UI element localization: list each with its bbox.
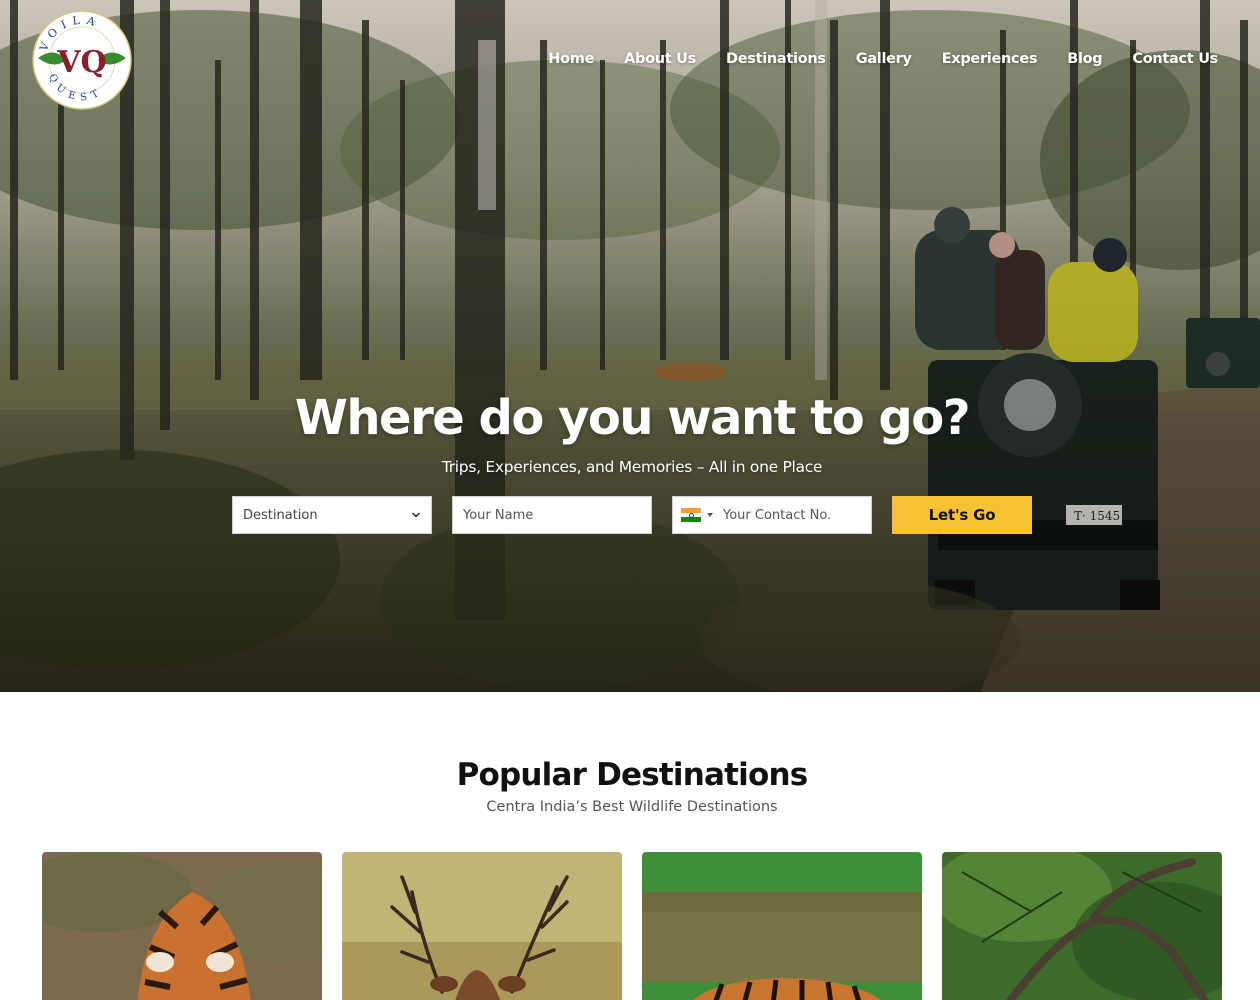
forest-branches-image [942, 852, 1222, 1000]
phone-input-placeholder: Your Contact No. [723, 507, 832, 523]
country-caret-icon[interactable] [707, 513, 713, 517]
lets-go-button[interactable]: Let's Go [892, 496, 1032, 534]
destination-select[interactable]: Destination [232, 496, 432, 534]
nav-gallery[interactable]: Gallery [856, 49, 912, 69]
nav-destinations[interactable]: Destinations [726, 49, 826, 69]
deer-image [342, 852, 622, 1000]
chevron-down-icon [412, 512, 420, 518]
nav-about-us[interactable]: About Us [624, 49, 696, 69]
nav-experiences[interactable]: Experiences [942, 49, 1038, 69]
hero-title: Where do you want to go? [294, 390, 971, 446]
destination-card-1[interactable] [42, 852, 322, 1000]
nav-blog[interactable]: Blog [1067, 49, 1102, 69]
forest-safari-background-image: T· 1545 [0, 0, 1260, 692]
tiger-image [42, 852, 322, 1000]
nav-contact-us[interactable]: Contact Us [1132, 49, 1218, 69]
vehicle-plate-text: T· 1545 [1074, 509, 1120, 523]
destination-card-2[interactable] [342, 852, 622, 1000]
destination-card-4[interactable] [942, 852, 1222, 1000]
tiger-in-water-image [642, 852, 922, 1000]
main-navigation: Home About Us Destinations Gallery Exper… [548, 49, 1218, 69]
phone-input[interactable]: Your Contact No. [672, 496, 872, 534]
name-input[interactable]: Your Name [452, 496, 652, 534]
hero-subtitle: Trips, Experiences, and Memories – All i… [441, 458, 823, 476]
destination-select-value: Destination [243, 507, 318, 523]
popular-destinations-subtitle: Centra India’s Best Wildlife Destination… [486, 799, 778, 815]
name-input-placeholder: Your Name [463, 507, 534, 523]
logo-letters: VQ [56, 45, 106, 80]
voila-quest-logo[interactable]: VQ VOILA QUEST [32, 10, 132, 110]
india-flag-icon[interactable] [681, 508, 701, 522]
hero-section: T· 1545 VQ VOILA QUEST Home About Us Des… [0, 0, 1260, 692]
nav-home[interactable]: Home [548, 49, 594, 69]
popular-destinations-title: Popular Destinations [456, 757, 809, 793]
destination-card-3[interactable] [642, 852, 922, 1000]
